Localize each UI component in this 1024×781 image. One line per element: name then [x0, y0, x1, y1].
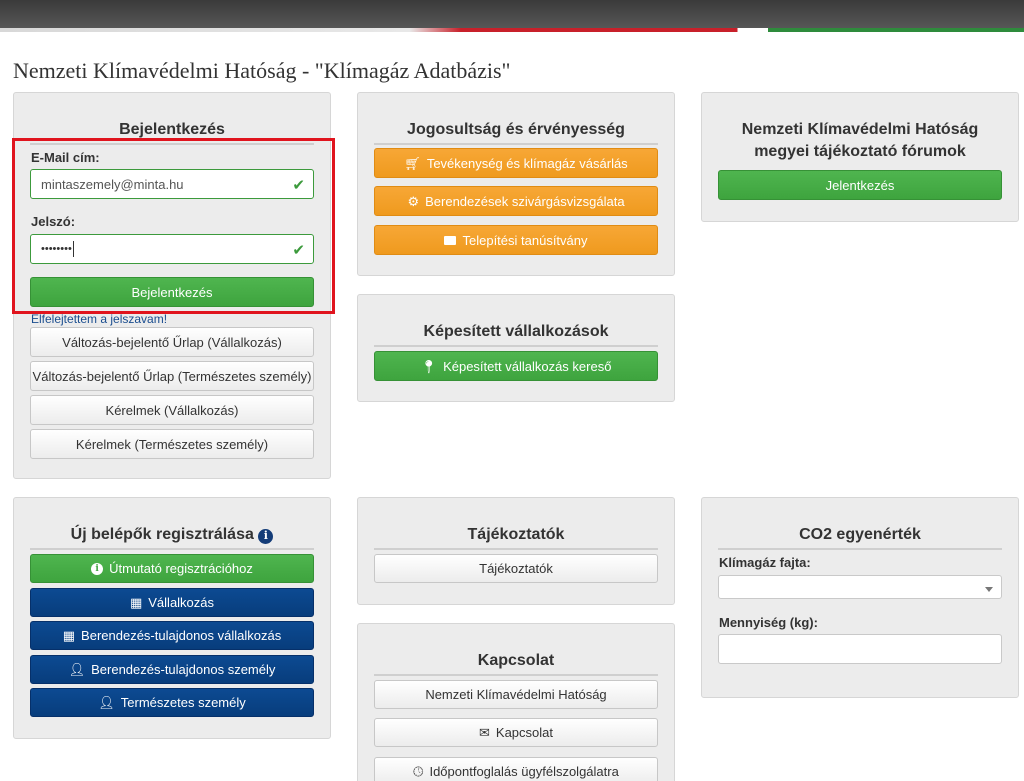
top-header-bar: [0, 0, 1024, 32]
register-person-button[interactable]: 👤︎ Természetes személy: [30, 688, 314, 717]
contact-label: Kapcsolat: [495, 725, 553, 740]
qualified-search-button[interactable]: 📍︎ Képesített vállalkozás kereső: [374, 351, 658, 381]
authority-contact-label: Nemzeti Klímavédelmi Hatóság: [425, 687, 607, 702]
requests-business-button[interactable]: Kérelmek (Vállalkozás): [30, 395, 314, 425]
installation-cert-button[interactable]: Telepítési tanúsítvány: [374, 225, 658, 255]
register-person-label: Természetes személy: [120, 695, 246, 710]
qualified-panel: Képesített vállalkozások: [357, 294, 675, 402]
map-marker-icon: 📍︎: [420, 358, 438, 374]
forums-title-line1: Nemzeti Klímavédelmi Hatóság: [741, 121, 979, 138]
qualified-search-label: Képesített vállalkozás kereső: [443, 358, 612, 374]
registration-guide-button[interactable]: i Útmutató regisztrációhoz: [30, 554, 314, 583]
change-form-person-button[interactable]: Változás-bejelentő Űrlap (Természetes sz…: [30, 361, 314, 391]
info-icon[interactable]: i: [258, 528, 274, 544]
info-icon: i: [91, 562, 104, 575]
info-button[interactable]: Tájékoztatók: [374, 554, 658, 583]
change-form-business-button[interactable]: Változás-bejelentő Űrlap (Vállalkozás): [30, 327, 314, 357]
contact-title: Kapcsolat: [374, 650, 658, 676]
registration-title: Új belépők regisztrálása i: [30, 524, 314, 550]
user-icon: 👤︎: [68, 662, 86, 677]
registration-guide-label: Útmutató regisztrációhoz: [109, 561, 253, 576]
purchase-label: Tevékenység és klímagáz vásárlás: [426, 155, 628, 171]
appointment-button[interactable]: 🕓︎ Időpontfoglalás ügyfélszolgálatra: [374, 757, 658, 781]
forgot-password-link[interactable]: Elfelejtettem a jelszavam!: [31, 312, 167, 326]
gas-type-label: Klímagáz fajta:: [719, 555, 811, 570]
info-title: Tájékoztatók: [374, 524, 658, 550]
qualified-title: Képesített vállalkozások: [374, 321, 658, 347]
building-icon: ▦: [62, 628, 76, 643]
chevron-down-icon: [985, 587, 993, 592]
contact-button[interactable]: ✉ Kapcsolat: [374, 718, 658, 747]
forums-title: Nemzeti Klímavédelmi Hatóság megyei tájé…: [718, 119, 1002, 165]
flag-stripe: [0, 28, 1024, 32]
register-owner-business-button[interactable]: ▦ Berendezés-tulajdonos vállalkozás: [30, 621, 314, 650]
registration-title-text: Új belépők regisztrálása: [70, 526, 254, 543]
register-business-label: Vállalkozás: [148, 595, 215, 610]
amount-input[interactable]: [718, 634, 1002, 664]
requests-person-button[interactable]: Kérelmek (Természetes személy): [30, 429, 314, 459]
briefcase-icon: [444, 235, 457, 245]
info-panel: Tájékoztatók: [357, 497, 675, 605]
purchase-button[interactable]: 🛒︎ Tevékenység és klímagáz vásárlás: [374, 148, 658, 178]
installation-cert-label: Telepítési tanúsítvány: [462, 232, 588, 248]
page-title: Nemzeti Klímavédelmi Hatóság - "Klímagáz…: [13, 58, 511, 83]
highlight-box: [12, 138, 335, 314]
register-business-button[interactable]: ▦ Vállalkozás: [30, 588, 314, 617]
register-owner-business-label: Berendezés-tulajdonos vállalkozás: [81, 628, 282, 643]
forum-register-button[interactable]: Jelentkezés: [718, 170, 1002, 200]
user-icon: 👤︎: [98, 695, 115, 710]
register-owner-person-button[interactable]: 👤︎ Berendezés-tulajdonos személy: [30, 655, 314, 684]
leak-test-label: Berendezések szivárgásvizsgálata: [425, 193, 625, 209]
amount-label: Mennyiség (kg):: [719, 615, 818, 630]
forums-title-line2: megyei tájékoztató fórumok: [754, 143, 966, 160]
co2-title: CO2 egyenérték: [718, 524, 1002, 550]
building-icon: ▦: [129, 595, 143, 610]
gas-type-select[interactable]: [718, 575, 1002, 599]
forums-panel: Nemzeti Klímavédelmi Hatóság megyei tájé…: [701, 92, 1019, 222]
envelope-icon: ✉: [479, 725, 490, 740]
authority-contact-button[interactable]: Nemzeti Klímavédelmi Hatóság: [374, 680, 658, 709]
appointment-label: Időpontfoglalás ügyfélszolgálatra: [429, 764, 619, 779]
gear-icon: ⚙: [407, 193, 420, 209]
rights-title: Jogosultság és érvényesség: [374, 119, 658, 145]
register-owner-person-label: Berendezés-tulajdonos személy: [91, 662, 276, 677]
cart-icon: 🛒︎: [404, 155, 421, 171]
leak-test-button[interactable]: ⚙ Berendezések szivárgásvizsgálata: [374, 186, 658, 216]
clock-icon: 🕓︎: [413, 764, 424, 779]
